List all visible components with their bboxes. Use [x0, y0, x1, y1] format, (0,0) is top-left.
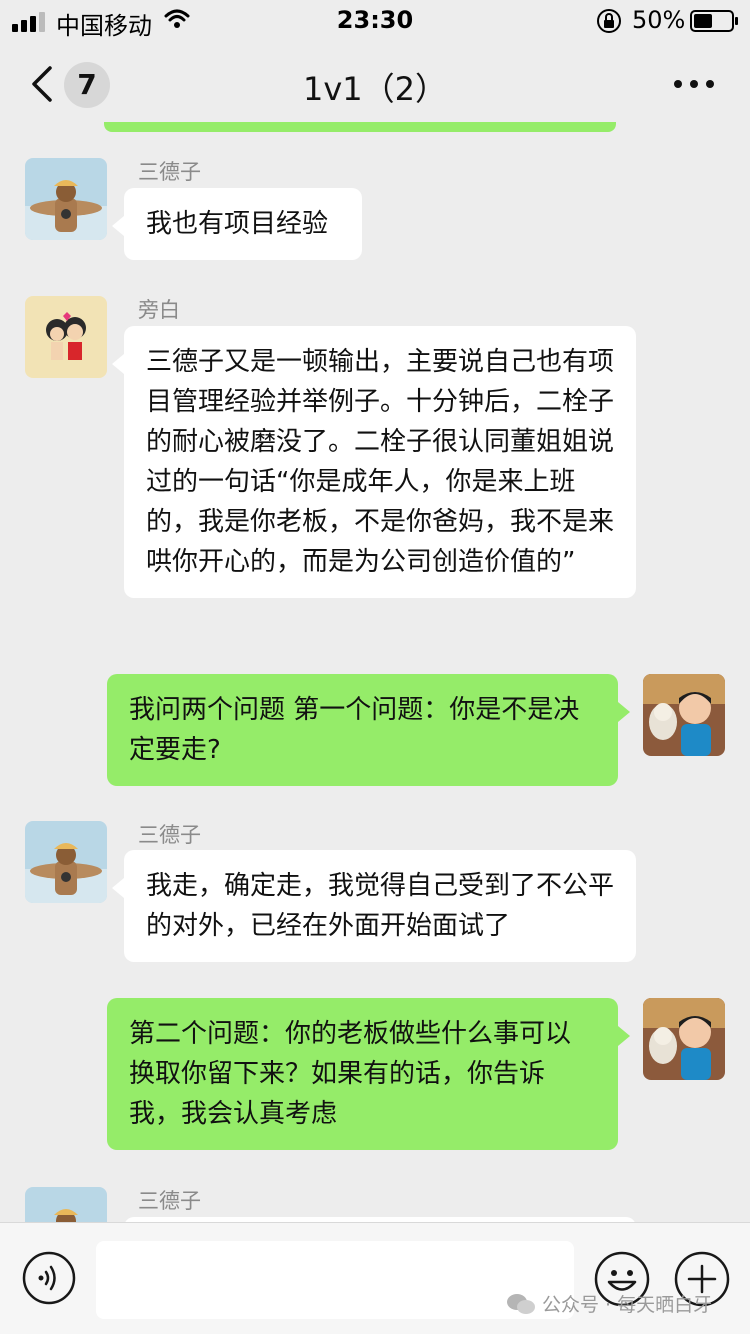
watermark: 公众号 · 每天晒白牙	[506, 1290, 712, 1317]
incoming-message-bubble[interactable]: 我走，确定走，我觉得自己受到了不公平的对外，已经在外面开始面试了	[112, 850, 636, 962]
avatar-sandezi[interactable]	[25, 821, 107, 903]
wechat-logo-icon	[507, 1293, 535, 1314]
voice-input-icon[interactable]	[22, 1251, 76, 1305]
sender-name: 三德子	[138, 1189, 201, 1213]
chat-message-list[interactable]: 三德子 我也有项目经验 旁白 三德子又是一顿输出，主要说自己也有项目管理经验并举…	[0, 128, 750, 1222]
avatar-self[interactable]	[643, 674, 725, 756]
avatar-self[interactable]	[643, 998, 725, 1080]
outgoing-message-bubble[interactable]: 我问两个问题 第一个问题：你是不是决定要走?	[107, 674, 630, 786]
avatar-sandezi[interactable]	[25, 158, 107, 240]
sender-name: 三德子	[138, 160, 201, 184]
sender-name: 三德子	[138, 823, 201, 847]
orientation-lock-icon	[597, 9, 621, 33]
message-row: 三德子 我走，确定走，我觉得自己受到了不公平的对外，已经在外面开始面试了	[0, 808, 750, 973]
incoming-message-bubble[interactable]: 三德子又是一顿输出，主要说自己也有项目管理经验并举例子。十分钟后，二栓子的耐心被…	[112, 326, 636, 598]
message-row: 我问两个问题 第一个问题：你是不是决定要走?	[0, 658, 750, 808]
message-text-field[interactable]	[96, 1241, 574, 1319]
message-row: 第二个问题：你的老板做些什么事可以换取你留下来？如果有的话，你告诉我，我会认真考…	[0, 973, 750, 1163]
status-bar: 中国移动 23:30 50%	[0, 0, 750, 40]
sender-name: 旁白	[138, 298, 180, 322]
chat-header: 7 1v1（2）	[0, 40, 750, 128]
avatar-sandezi[interactable]	[25, 1187, 107, 1222]
watermark-text: 公众号 · 每天晒白牙	[542, 1294, 713, 1316]
message-row: 旁白 三德子又是一顿输出，主要说自己也有项目管理经验并举例子。十分钟后，二栓子的…	[0, 278, 750, 658]
incoming-message-bubble[interactable]: 我也有项目经验	[112, 188, 362, 260]
more-options-icon[interactable]	[672, 76, 716, 92]
battery-percentage: 50%	[632, 6, 686, 34]
message-input-bar	[0, 1222, 750, 1334]
message-row: 三德子	[0, 1173, 750, 1222]
message-row: 三德子 我也有项目经验	[0, 128, 750, 278]
battery-icon	[690, 10, 738, 32]
chat-title: 1v1（2）	[302, 70, 448, 108]
outgoing-message-bubble[interactable]: 第二个问题：你的老板做些什么事可以换取你留下来？如果有的话，你告诉我，我会认真考…	[107, 998, 630, 1150]
avatar-narrator[interactable]	[25, 296, 107, 378]
